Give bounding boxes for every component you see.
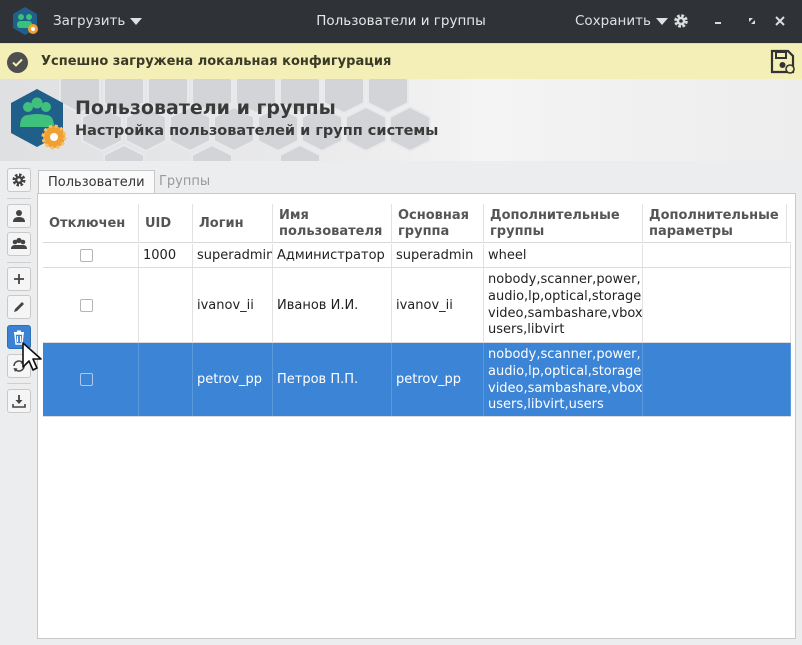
login-cell: petrov_pp [193, 343, 273, 416]
page-subtitle: Настройка пользователей и групп системы [75, 123, 439, 139]
disabled-checkbox[interactable] [80, 373, 93, 386]
load-menu-button[interactable]: Загрузить [53, 13, 143, 29]
gear-icon[interactable] [672, 12, 690, 30]
login-cell: superadmin [193, 244, 273, 267]
table-row[interactable]: ivanov_ii Иванов И.И. ivanov_ii nobody,s… [43, 268, 791, 343]
download-icon [12, 395, 26, 408]
extra-params-cell [643, 244, 791, 267]
name-cell: Иванов И.И. [273, 268, 392, 342]
chevron-down-icon [655, 17, 668, 25]
minimize-icon[interactable] [709, 12, 727, 30]
table-row-selected[interactable]: petrov_pp Петров П.П. petrov_pp nobody,s… [43, 343, 791, 417]
load-label: Загрузить [53, 13, 126, 29]
group-icon [11, 237, 27, 249]
plus-icon [14, 274, 24, 284]
app-logo-icon [13, 7, 38, 35]
primary-group-cell: superadmin [392, 244, 484, 267]
gear-icon [12, 173, 26, 187]
save-label: Сохранить [575, 13, 651, 29]
tab-groups[interactable]: Группы [150, 170, 219, 194]
users-groups-logo-icon [11, 89, 67, 150]
primary-group-cell: ivanov_ii [392, 268, 484, 342]
pencil-icon [14, 302, 24, 312]
users-view-button[interactable] [7, 204, 31, 228]
disabled-checkbox[interactable] [80, 298, 93, 312]
disabled-cell [43, 244, 139, 267]
extra-groups-cell: nobody,scanner,power, audio,lp,optical,s… [484, 268, 643, 342]
save-disk-icon[interactable] [769, 48, 796, 75]
extra-groups-cell: nobody,scanner,power, audio,lp,optical,s… [484, 343, 643, 416]
table-row[interactable]: 1000 superadmin Администратор superadmin… [43, 244, 791, 268]
uid-cell: 1000 [139, 244, 193, 267]
hex-pattern-decoration [59, 79, 431, 161]
disabled-cell [43, 343, 139, 416]
extra-groups-cell: wheel [484, 244, 643, 267]
header-banner: Пользователи и группы Настройка пользова… [0, 79, 802, 161]
delete-button[interactable] [7, 325, 31, 349]
groups-view-button[interactable] [7, 232, 31, 256]
page-title: Пользователи и группы [75, 97, 336, 119]
table-header: Отключен UID Логин Имя пользователя Осно… [43, 204, 791, 243]
chevron-down-icon [130, 17, 143, 25]
name-cell: Администратор [273, 244, 392, 267]
uid-cell [139, 268, 193, 342]
close-icon[interactable] [771, 12, 789, 30]
title-bar: Загрузить Пользователи и группы Сохранит… [0, 0, 802, 43]
column-header-primary-group[interactable]: Основная группа [392, 204, 484, 243]
settings-button[interactable] [7, 168, 31, 192]
disabled-cell [43, 268, 139, 342]
maximize-icon[interactable] [743, 12, 761, 30]
checkmark-icon [7, 52, 28, 73]
uid-cell [139, 343, 193, 416]
save-menu-button[interactable]: Сохранить [575, 13, 668, 29]
column-header-disabled[interactable]: Отключен [43, 204, 139, 243]
users-table-panel: Отключен UID Логин Имя пользователя Осно… [37, 193, 796, 639]
edit-button[interactable] [7, 295, 31, 319]
main-content: Пользователи и группы Настройка пользова… [0, 79, 802, 645]
extra-params-cell [643, 343, 791, 416]
column-header-name[interactable]: Имя пользователя [273, 204, 392, 243]
add-button[interactable] [7, 267, 31, 291]
extra-params-cell [643, 268, 791, 342]
notification-text: Успешно загружена локальная конфигурация [41, 54, 392, 69]
column-header-uid[interactable]: UID [139, 204, 193, 243]
import-button[interactable] [7, 389, 31, 413]
primary-group-cell: petrov_pp [392, 343, 484, 416]
tab-users[interactable]: Пользователи [38, 170, 155, 194]
trash-icon [14, 330, 24, 345]
column-header-extra-groups[interactable]: Дополнительные группы [484, 204, 643, 243]
column-header-extra-params[interactable]: Дополнительные параметры [643, 204, 787, 243]
user-icon [13, 210, 25, 222]
column-header-login[interactable]: Логин [193, 204, 273, 243]
disabled-checkbox[interactable] [80, 249, 93, 262]
refresh-icon [13, 360, 25, 372]
notification-bar: Успешно загружена локальная конфигурация [0, 43, 802, 79]
name-cell: Петров П.П. [273, 343, 392, 416]
login-cell: ivanov_ii [193, 268, 273, 342]
refresh-button[interactable] [7, 354, 31, 378]
